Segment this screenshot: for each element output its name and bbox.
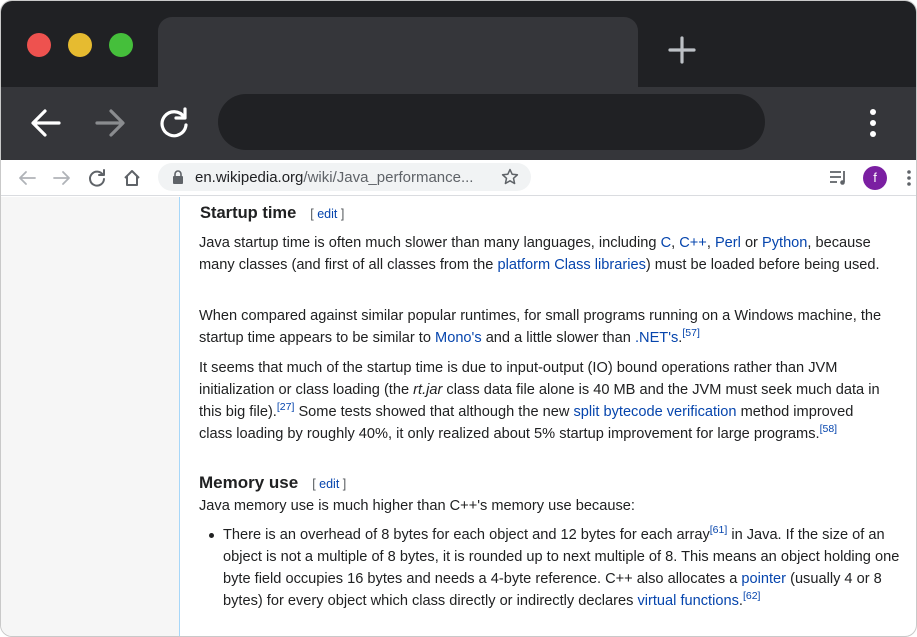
inner-toolbar: en.wikipedia.org/wiki/Java_performance..…: [1, 160, 916, 196]
link-c[interactable]: C: [661, 235, 672, 251]
new-tab-plus-icon[interactable]: [667, 35, 697, 65]
reference-57[interactable]: [57]: [682, 327, 700, 339]
outer-menu-icon[interactable]: [863, 106, 883, 140]
address-bar[interactable]: en.wikipedia.org/wiki/Java_performance..…: [158, 163, 531, 191]
edit-section-memory: [ edit ]: [312, 477, 347, 491]
memory-list: There is an overhead of 8 bytes for each…: [199, 524, 904, 612]
edit-section-startup: [ edit ]: [310, 207, 345, 221]
paragraph-memory-intro: Java memory use is much higher than C++'…: [199, 498, 635, 514]
list-item: There is an overhead of 8 bytes for each…: [199, 524, 904, 612]
lock-icon: [173, 170, 183, 184]
section-heading-memory: Memory use: [199, 473, 299, 492]
active-tab[interactable]: [158, 17, 638, 87]
outer-toolbar: [1, 87, 916, 160]
section-heading-startup: Startup time: [200, 204, 297, 222]
memory-heading-row: Memory use [ edit ]: [199, 472, 899, 495]
inner-forward-icon[interactable]: [52, 168, 72, 188]
inner-back-icon[interactable]: [17, 168, 37, 188]
outer-address-bar[interactable]: [218, 94, 765, 150]
startup-heading-row: Startup time [ edit ]: [200, 202, 900, 225]
window-controls: [27, 33, 133, 57]
paragraph-startup-1: Java startup time is often much slower t…: [199, 235, 880, 273]
reload-icon[interactable]: [157, 106, 191, 140]
close-window-button[interactable]: [27, 33, 51, 57]
inner-menu-icon[interactable]: [905, 169, 913, 187]
link-pointer[interactable]: pointer: [741, 571, 786, 587]
outer-tab-strip: [1, 1, 916, 87]
inner-reload-icon[interactable]: [87, 168, 107, 188]
link-dotnet[interactable]: .NET's: [635, 330, 678, 346]
reference-27[interactable]: [27]: [277, 401, 295, 413]
link-cpp[interactable]: C++: [679, 235, 707, 251]
wiki-sidebar: [1, 197, 179, 636]
browser-window: en.wikipedia.org/wiki/Java_performance..…: [0, 0, 917, 637]
edit-link-memory[interactable]: edit: [319, 477, 339, 491]
reading-list-icon[interactable]: [829, 169, 849, 187]
link-platform-class-libraries[interactable]: platform Class libraries: [497, 257, 645, 273]
maximize-window-button[interactable]: [109, 33, 133, 57]
forward-arrow-icon[interactable]: [93, 106, 127, 140]
home-icon[interactable]: [122, 168, 142, 188]
minimize-window-button[interactable]: [68, 33, 92, 57]
link-mono[interactable]: Mono's: [435, 330, 482, 346]
paragraph-startup-3: It seems that much of the startup time i…: [199, 360, 880, 442]
back-arrow-icon[interactable]: [29, 106, 63, 140]
reference-62[interactable]: [62]: [743, 590, 761, 602]
reference-58[interactable]: [58]: [820, 423, 838, 435]
link-virtual-functions[interactable]: virtual functions: [637, 593, 738, 609]
content-border: [179, 197, 180, 636]
bullet-icon: [209, 533, 214, 538]
link-python[interactable]: Python: [762, 235, 807, 251]
link-split-bytecode-verification[interactable]: split bytecode verification: [573, 404, 736, 420]
paragraph-startup-2: When compared against similar popular ru…: [199, 308, 882, 346]
bookmark-star-icon[interactable]: [501, 168, 519, 186]
profile-avatar[interactable]: f: [863, 166, 887, 190]
reference-61[interactable]: [61]: [710, 524, 728, 536]
link-perl[interactable]: Perl: [715, 235, 741, 251]
edit-link-startup[interactable]: edit: [317, 207, 337, 221]
address-url: en.wikipedia.org/wiki/Java_performance..…: [195, 169, 474, 186]
